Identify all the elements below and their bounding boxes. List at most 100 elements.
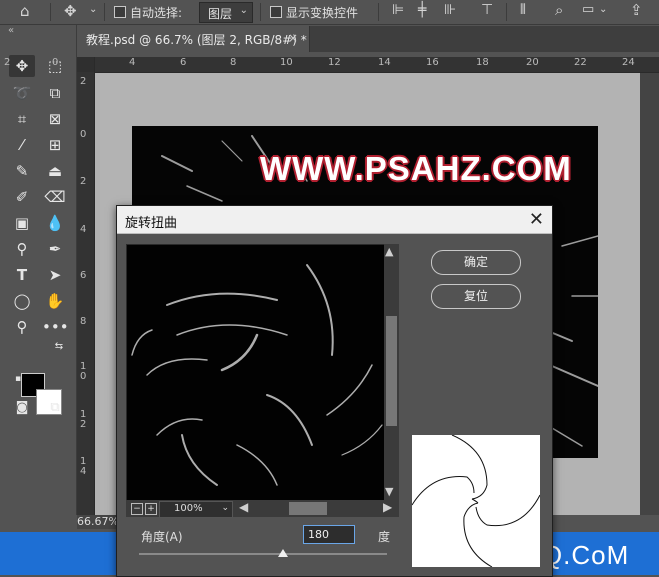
swap-colors-icon[interactable]: ⇆ xyxy=(46,340,72,354)
chevron-down-icon[interactable]: ⌄ xyxy=(89,4,97,15)
ok-button[interactable]: 确定 xyxy=(431,250,521,275)
show-transform-label: 显示变换控件 xyxy=(286,6,359,20)
home-icon[interactable]: ⌂ xyxy=(20,2,30,20)
stamp-tool-icon[interactable]: ⏏ xyxy=(42,160,68,182)
scroll-down-icon[interactable]: ▼ xyxy=(385,485,393,498)
zoom-tool-icon[interactable]: ⚲ xyxy=(9,316,35,338)
ruler-tick: 10 xyxy=(280,57,293,68)
ruler-tick: 4 xyxy=(129,57,136,68)
healing-brush-icon[interactable]: ⊞ xyxy=(42,134,68,156)
lasso-tool-icon[interactable]: ➰ xyxy=(9,82,35,104)
close-icon[interactable]: ✕ xyxy=(529,209,544,230)
angle-input[interactable]: 180 xyxy=(303,525,355,544)
angle-slider-track[interactable] xyxy=(139,553,387,555)
align-center-icon[interactable]: ╪ xyxy=(418,2,426,18)
zoom-out-icon[interactable]: − xyxy=(131,503,143,515)
pen-tool-icon[interactable]: ✒ xyxy=(42,238,68,260)
align-top-icon[interactable]: ⊤ xyxy=(481,2,493,18)
twirl-grid-icon xyxy=(411,434,541,568)
zoom-in-icon[interactable]: + xyxy=(145,503,157,515)
gradient-tool-icon[interactable]: ▣ xyxy=(9,212,35,234)
layer-select[interactable]: 图层 ⌄ xyxy=(199,2,253,23)
eyedropper-icon[interactable]: ⁄ xyxy=(9,134,35,156)
layer-select-value: 图层 xyxy=(208,7,233,21)
document-tab-title: 教程.psd @ 66.7% (图层 2, RGB/8#) * xyxy=(86,33,307,47)
move-tool-icon[interactable]: ✥ xyxy=(9,55,35,77)
align-right-icon[interactable]: ⊪ xyxy=(444,2,456,18)
chevron-down-icon[interactable]: ⌄ xyxy=(599,4,607,15)
dialog-title: 旋转扭曲 xyxy=(125,216,178,231)
chevron-down-icon: ⌄ xyxy=(221,503,229,513)
move-tool-icon[interactable]: ✥ xyxy=(64,2,77,20)
ruler-tick: 1 0 xyxy=(80,361,87,382)
show-transform-checkbox[interactable] xyxy=(270,6,282,18)
eraser-icon[interactable]: ⌫ xyxy=(42,186,68,208)
preview-vertical-scrollbar[interactable]: ▲ ▼ xyxy=(384,244,399,500)
align-left-icon[interactable]: ⊫ xyxy=(392,2,404,18)
site-title-text: WWW.PSAHZ.COM xyxy=(260,150,572,187)
close-tab-icon[interactable]: × xyxy=(288,31,298,45)
ruler-tick: 8 xyxy=(80,316,87,327)
distribute-icon[interactable]: ⫴ xyxy=(520,2,526,18)
ruler-tick: 2 xyxy=(80,76,87,87)
ruler-tick: 14 xyxy=(378,57,391,68)
dialog-title-bar[interactable]: 旋转扭曲 ✕ xyxy=(117,206,552,234)
canvas-scrollbar[interactable] xyxy=(640,73,659,515)
angle-label: 角度(A) xyxy=(141,530,183,544)
collapse-icon[interactable]: « xyxy=(8,25,14,36)
reset-button[interactable]: 复位 xyxy=(431,284,521,309)
ruler-tick: 24 xyxy=(622,57,635,68)
ruler-tick: 16 xyxy=(426,57,439,68)
scroll-left-icon[interactable]: ◀ xyxy=(239,500,248,514)
horizontal-ruler: 2024681012141618202224 xyxy=(4,57,659,73)
auto-select-label: 自动选择: xyxy=(130,6,183,20)
horizontal-scroll-thumb[interactable] xyxy=(289,502,327,515)
ruler-tick: 1 2 xyxy=(80,409,87,430)
ruler-tick: 6 xyxy=(80,270,87,281)
hand-tool-icon[interactable]: ✋ xyxy=(42,290,68,312)
twirl-preview-image xyxy=(131,264,383,486)
ruler-tick: 22 xyxy=(574,57,587,68)
path-select-icon[interactable]: ➤ xyxy=(42,264,68,286)
angle-slider-knob[interactable] xyxy=(277,549,288,557)
ruler-tick: 18 xyxy=(476,57,489,68)
document-tab[interactable]: 教程.psd @ 66.7% (图层 2, RGB/8#) * × xyxy=(77,26,310,52)
frame-tool-icon[interactable]: ⊠ xyxy=(42,108,68,130)
crop-tool-icon[interactable]: ⌗ xyxy=(9,108,35,130)
share-icon[interactable]: ⇪ xyxy=(630,1,643,19)
document-tab-bar: 教程.psd @ 66.7% (图层 2, RGB/8#) * × xyxy=(77,26,659,52)
quick-mask-icon[interactable]: ◙ xyxy=(9,397,35,419)
ruler-tick: 6 xyxy=(180,57,187,68)
scroll-up-icon[interactable]: ▲ xyxy=(385,245,393,258)
ruler-tick: 2 xyxy=(80,176,87,187)
ruler-tick: 20 xyxy=(526,57,539,68)
auto-select-checkbox[interactable] xyxy=(114,6,126,18)
ruler-origin[interactable] xyxy=(77,57,94,72)
ellipse-tool-icon[interactable]: ◯ xyxy=(9,290,35,312)
brush-tool-icon[interactable]: ✎ xyxy=(9,160,35,182)
workspace-icon[interactable]: ▭ xyxy=(582,2,594,17)
twirl-thumbnail xyxy=(411,434,541,568)
chevron-down-icon: ⌄ xyxy=(239,5,248,16)
ruler-tick: 0 xyxy=(80,129,87,140)
screen-mode-icon[interactable]: ⧉ xyxy=(42,397,68,419)
object-select-icon[interactable]: ⧉ xyxy=(42,82,68,104)
twirl-dialog: 旋转扭曲 ✕ ▲ ▼ − + 100% ⌄ ◀ ▶ 确定 复位 角度(A) 18… xyxy=(116,205,553,577)
ruler-tick: 8 xyxy=(230,57,237,68)
scroll-thumb[interactable] xyxy=(386,316,397,426)
blur-tool-icon[interactable]: 💧 xyxy=(42,212,68,234)
preview-zoom-select[interactable]: 100% ⌄ xyxy=(159,501,233,518)
more-tools-icon[interactable]: ••• xyxy=(42,316,69,338)
options-bar: ⌂ ✥ ⌄ 自动选择: 图层 ⌄ 显示变换控件 ⊫ ╪ ⊪ ⊤ ⫴ ⌕ ▭ ⌄ … xyxy=(0,0,659,25)
dodge-tool-icon[interactable]: ⚲ xyxy=(9,238,35,260)
scroll-right-icon[interactable]: ▶ xyxy=(383,500,392,514)
filter-preview[interactable] xyxy=(126,244,386,502)
preview-zoom-value: 100% xyxy=(174,503,203,514)
ruler-tick: 4 xyxy=(80,224,87,235)
search-icon[interactable]: ⌕ xyxy=(555,1,563,19)
default-colors-icon[interactable]: ▪ xyxy=(12,373,24,385)
angle-unit: 度 xyxy=(378,530,391,544)
history-brush-icon[interactable]: ✐ xyxy=(9,186,35,208)
preview-controls: − + 100% ⌄ ◀ ▶ xyxy=(126,500,399,518)
type-tool-icon[interactable]: T xyxy=(9,264,35,286)
